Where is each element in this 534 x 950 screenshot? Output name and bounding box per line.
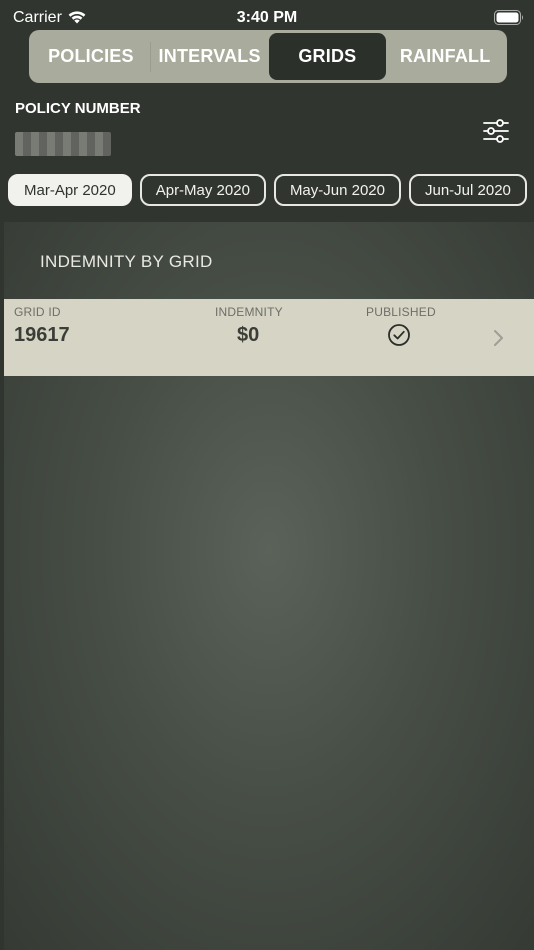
table-row[interactable]: GRID ID 19617 INDEMNITY $0 PUBLISHED (4, 299, 534, 376)
checkmark-circle-icon (388, 324, 410, 346)
tab-bar: POLICIES INTERVALS GRIDS RAINFALL (29, 30, 507, 83)
screen: Carrier 3:40 PM POLICIES INTERVALS GRIDS… (0, 0, 534, 950)
battery-icon (494, 10, 523, 25)
published-header: PUBLISHED (366, 305, 436, 319)
interval-chip[interactable]: Jun-Jul 2020 (409, 174, 527, 206)
indemnity-header: INDEMNITY (215, 305, 283, 319)
chevron-right-icon[interactable] (493, 329, 505, 347)
filter-settings-icon[interactable] (482, 118, 510, 144)
grid-id-value: 19617 (14, 324, 70, 346)
interval-chips: Mar-Apr 2020 Apr-May 2020 May-Jun 2020 J… (8, 174, 534, 207)
tab-grids[interactable]: GRIDS (268, 33, 387, 80)
interval-chip-selected[interactable]: Mar-Apr 2020 (8, 174, 132, 206)
policy-number-label: POLICY NUMBER (15, 100, 141, 117)
indemnity-value: $0 (237, 324, 260, 346)
status-bar: Carrier 3:40 PM (0, 0, 534, 34)
interval-chip[interactable]: Apr-May 2020 (139, 174, 266, 206)
grid-id-header: GRID ID (14, 305, 61, 319)
policy-number-redacted (15, 132, 111, 156)
tab-policies[interactable]: POLICIES (32, 33, 150, 80)
section-title: INDEMNITY BY GRID (40, 252, 213, 271)
clock: 3:40 PM (236, 9, 298, 26)
tab-intervals[interactable]: INTERVALS (151, 33, 269, 80)
tab-rainfall[interactable]: RAINFALL (386, 33, 504, 80)
interval-chip[interactable]: May-Jun 2020 (273, 174, 401, 206)
content-panel: INDEMNITY BY GRID GRID ID 19617 INDEMNIT… (4, 222, 534, 950)
